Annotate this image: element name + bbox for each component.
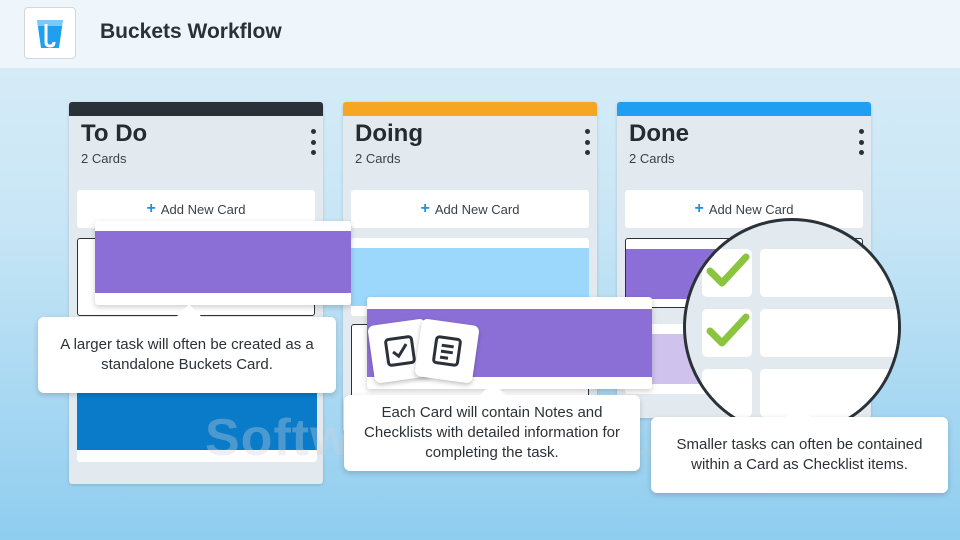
highlighted-card[interactable] (95, 221, 351, 305)
green-check-icon (706, 313, 750, 347)
checklist-magnifier (683, 218, 901, 436)
plus-icon: + (420, 200, 430, 217)
checkbox-cell (702, 369, 752, 417)
bucket-logo-icon (24, 7, 76, 59)
plus-icon: + (146, 200, 156, 217)
column-accent-bar (69, 102, 323, 116)
app-header: Buckets Workflow (0, 0, 960, 68)
checklist-item (760, 309, 898, 357)
card-color-band (77, 390, 317, 450)
add-card-label: Add New Card (160, 201, 246, 217)
column-accent-bar (343, 102, 597, 116)
column-card-count: 2 Cards (81, 151, 127, 166)
add-card-button[interactable]: + Add New Card (625, 190, 863, 228)
column-title: Done (629, 120, 689, 147)
callout-text: Smaller tasks can often be contained wit… (676, 436, 923, 473)
column-card-count: 2 Cards (355, 151, 401, 166)
checklist-item (760, 369, 898, 417)
callout-notes-checklists: Each Card will contain Notes and Checkli… (344, 395, 640, 471)
callout-standalone-card: A larger task will often be created as a… (38, 317, 336, 393)
column-menu-icon[interactable] (583, 129, 591, 155)
column-title: Doing (355, 120, 423, 147)
column-accent-bar (617, 102, 871, 116)
column-menu-icon[interactable] (857, 129, 865, 155)
add-card-label: Add New Card (708, 201, 794, 217)
column-card-count: 2 Cards (629, 151, 675, 166)
column-title: To Do (81, 120, 148, 147)
add-card-label: Add New Card (434, 201, 520, 217)
app-title: Buckets Workflow (100, 20, 282, 43)
callout-text: A larger task will often be created as a… (60, 336, 314, 373)
checklist-item (760, 249, 898, 297)
callout-checklist-items: Smaller tasks can often be contained wit… (651, 417, 948, 493)
plus-icon: + (694, 200, 704, 217)
callout-text: Each Card will contain Notes and Checkli… (364, 404, 620, 461)
column-menu-icon[interactable] (309, 129, 317, 155)
card-color-band (95, 231, 351, 293)
add-card-button[interactable]: + Add New Card (351, 190, 589, 228)
notes-icon (414, 318, 480, 384)
green-check-icon (706, 253, 750, 287)
